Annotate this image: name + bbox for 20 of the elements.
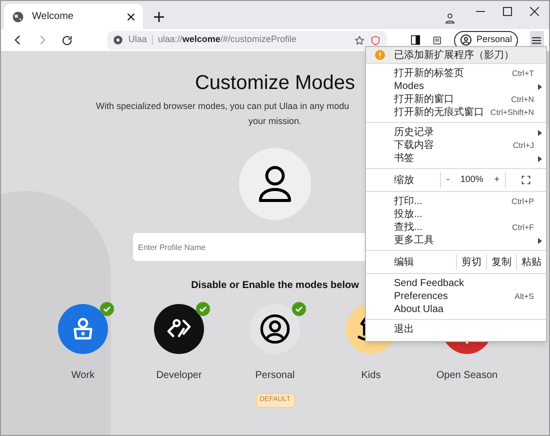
url-text: ulaa://welcome/#/customizeProfile [158,33,298,46]
mode-label: Work [71,369,95,383]
page-subtitle: With specialized browser modes, you can put Ulaa in any modu [96,100,350,113]
shortcut-text: Ctrl+T [512,68,534,80]
zoom-label: 缩放 [393,174,415,188]
mode-label: Kids [361,369,381,383]
mode-label: Open Season [436,369,498,383]
mode-label: Developer [156,369,202,383]
zoom-value: 100% [460,173,484,186]
shortcut-text: Ctrl+P [512,196,534,208]
shortcut-text: Ctrl+F [512,222,534,234]
modes-heading: Disable or Enable the modes below [191,279,359,293]
page-subtitle: your mission. [248,115,302,128]
site-label: Ulaa [128,33,147,46]
shortcut-text: Ctrl+J [512,140,534,152]
shortcut-text: Ctrl+N [511,94,534,106]
shortcut-text: Ctrl+Shift+N [490,107,534,119]
page-title: Customize Modes [194,71,356,95]
mode-label: Personal [255,369,295,383]
shortcut-text: Alt+S [514,291,534,303]
